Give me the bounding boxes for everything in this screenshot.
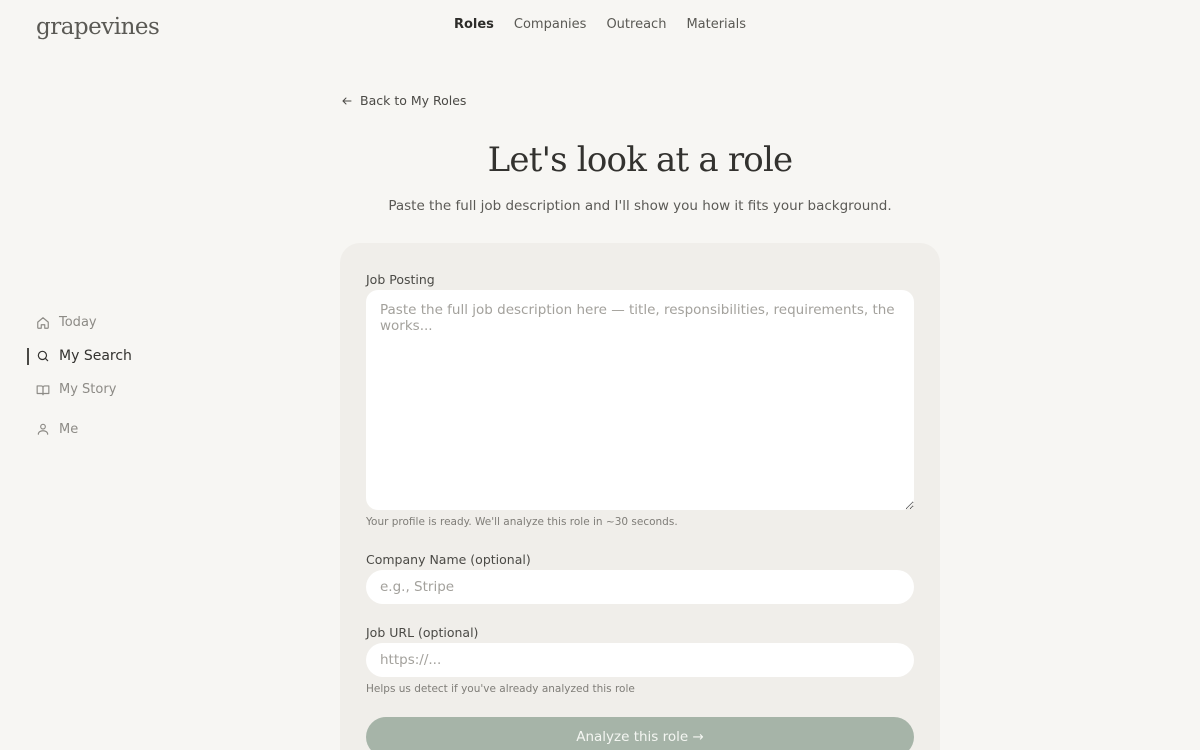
- job-url-hint: Helps us detect if you've already analyz…: [366, 683, 635, 695]
- company-name-label: Company Name (optional): [366, 552, 531, 567]
- sidebar-item-me[interactable]: Me: [27, 413, 227, 447]
- sidebar-item-today[interactable]: Today: [27, 306, 227, 340]
- search-icon: [37, 351, 49, 362]
- nav-materials[interactable]: Materials: [686, 17, 746, 32]
- sidebar-item-label: My Story: [59, 382, 117, 398]
- page-subtitle: Paste the full job description and I'll …: [388, 198, 892, 214]
- home-icon: [37, 316, 49, 329]
- page-title-wrap: Let's look at a role: [340, 140, 940, 180]
- sidebar: Today My Search My Story Me: [27, 306, 227, 446]
- job-posting-label: Job Posting: [366, 272, 435, 287]
- company-name-input[interactable]: [366, 570, 914, 604]
- job-url-input[interactable]: [366, 643, 914, 677]
- page-title: Let's look at a role: [487, 140, 794, 180]
- back-link-label: Back to My Roles: [360, 93, 467, 108]
- nav-outreach[interactable]: Outreach: [606, 17, 666, 32]
- back-to-roles-link[interactable]: Back to My Roles: [341, 93, 466, 108]
- book-icon: [36, 385, 50, 395]
- sidebar-item-label: Today: [59, 315, 97, 331]
- analyze-role-button[interactable]: Analyze this role →: [366, 717, 914, 750]
- job-posting-hint: Your profile is ready. We'll analyze thi…: [366, 516, 678, 528]
- sidebar-item-label: Me: [59, 421, 79, 437]
- nav-roles[interactable]: Roles: [454, 17, 494, 32]
- sidebar-item-my-story[interactable]: My Story: [27, 373, 227, 407]
- sidebar-item-label: My Search: [59, 348, 132, 365]
- job-posting-textarea[interactable]: [366, 290, 914, 510]
- top-nav: Roles Companies Outreach Materials: [0, 17, 1200, 32]
- job-url-label: Job URL (optional): [366, 625, 479, 640]
- sidebar-item-my-search[interactable]: My Search: [27, 340, 227, 374]
- user-icon: [37, 424, 49, 436]
- arrow-left-icon: [342, 97, 352, 104]
- nav-companies[interactable]: Companies: [514, 17, 587, 32]
